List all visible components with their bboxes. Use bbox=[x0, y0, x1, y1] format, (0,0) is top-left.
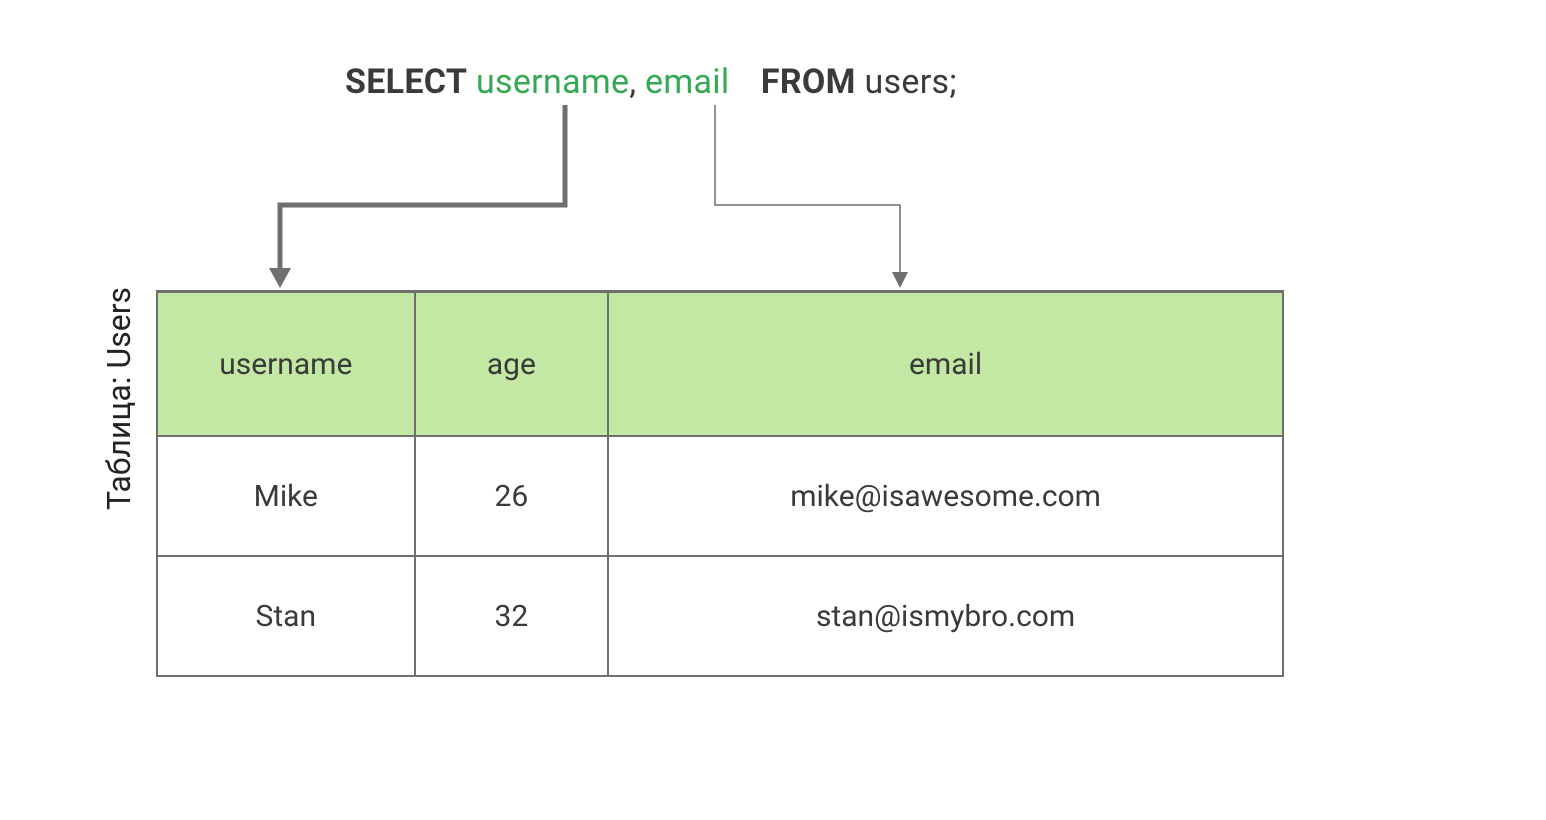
cell-username: Stan bbox=[157, 556, 415, 676]
comma: , bbox=[629, 62, 636, 102]
sql-query: SELECT username, email FROM users; bbox=[345, 62, 957, 103]
keyword-from: FROM bbox=[761, 62, 856, 102]
cell-email: mike@isawesome.com bbox=[608, 436, 1283, 556]
table-row: Mike 26 mike@isawesome.com bbox=[157, 436, 1283, 556]
arrow-email bbox=[715, 105, 908, 288]
cell-age: 26 bbox=[415, 436, 609, 556]
table-label: Таблица: Users bbox=[100, 287, 138, 510]
table-name: users; bbox=[864, 62, 956, 102]
cell-username: Mike bbox=[157, 436, 415, 556]
keyword-select: SELECT bbox=[345, 62, 467, 102]
users-table: username age email Mike 26 mike@isawesom… bbox=[156, 290, 1284, 677]
column-email: email bbox=[645, 62, 729, 102]
table-header-row: username age email bbox=[157, 292, 1283, 437]
table-row: Stan 32 stan@ismybro.com bbox=[157, 556, 1283, 676]
arrow-username bbox=[269, 105, 565, 288]
header-username: username bbox=[157, 292, 415, 437]
cell-age: 32 bbox=[415, 556, 609, 676]
column-username: username bbox=[476, 62, 629, 102]
cell-email: stan@ismybro.com bbox=[608, 556, 1283, 676]
header-email: email bbox=[608, 292, 1283, 437]
diagram-stage: SELECT username, email FROM users; Табли… bbox=[0, 0, 1546, 820]
header-age: age bbox=[415, 292, 609, 437]
